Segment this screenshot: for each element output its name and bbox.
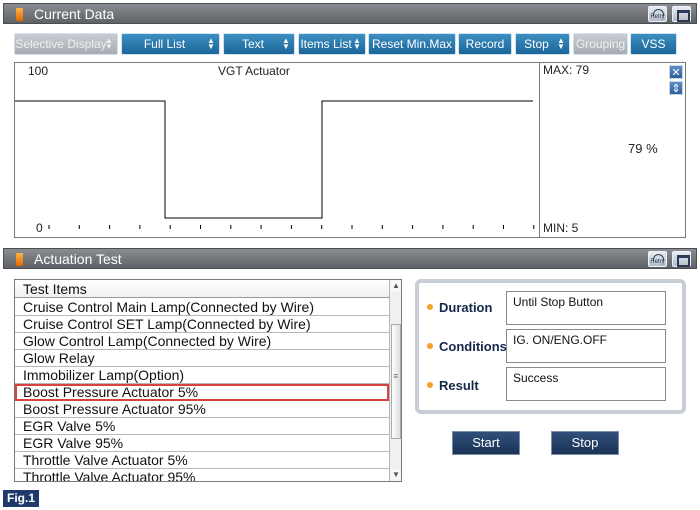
graph-max-label: MAX: 79 xyxy=(543,63,590,77)
selective-display-select[interactable]: Selective Display ▲ ▼ xyxy=(14,33,118,55)
conditions-label-text: Conditions xyxy=(439,339,507,354)
vss-button[interactable]: VSS xyxy=(630,33,677,55)
spinner-icon: ▲ ▼ xyxy=(557,36,565,51)
spinner-icon: ▲ ▼ xyxy=(282,36,290,51)
retry-label: Retry xyxy=(650,259,665,265)
start-button[interactable]: Start xyxy=(452,431,520,455)
list-item[interactable]: Throttle Valve Actuator 95% xyxy=(15,469,389,481)
selective-display-label: Selective Display xyxy=(15,37,107,51)
list-item[interactable]: Boost Pressure Actuator 95% xyxy=(15,401,389,418)
full-list-label: Full List xyxy=(143,37,186,51)
panel-grip-icon xyxy=(16,253,23,266)
conditions-label: Conditions xyxy=(427,339,507,354)
graph-divider xyxy=(539,62,540,238)
graph-y-max-label: 100 xyxy=(28,64,49,78)
list-item[interactable]: Immobilizer Lamp(Option) xyxy=(15,367,389,384)
scroll-toggle-icon[interactable]: ⇕ xyxy=(669,81,683,95)
reset-min-max-button[interactable]: Reset Min.Max xyxy=(368,33,456,55)
spinner-icon: ▲ ▼ xyxy=(105,36,113,51)
panel-grip-icon xyxy=(16,8,23,21)
graph-y-min-label: 0 xyxy=(36,221,43,235)
stop-select[interactable]: Stop ▲ ▼ xyxy=(515,33,570,55)
retry-label: Retry xyxy=(650,14,665,20)
graph-area xyxy=(14,62,686,238)
figure-label: Fig.1 xyxy=(3,490,39,507)
current-value: 79 % xyxy=(628,141,658,156)
maximize-icon[interactable] xyxy=(672,251,691,267)
actuation-test-header: Actuation Test Retry xyxy=(3,248,697,269)
stop-button[interactable]: Stop xyxy=(551,431,619,455)
result-label: Result xyxy=(427,378,479,393)
result-label-text: Result xyxy=(439,378,479,393)
list-item[interactable]: Throttle Valve Actuator 5% xyxy=(15,452,389,469)
list-header: Test Items xyxy=(15,280,389,298)
list-item[interactable]: Cruise Control SET Lamp(Connected by Wir… xyxy=(15,316,389,333)
list-item[interactable]: Glow Relay xyxy=(15,350,389,367)
retry-icon[interactable]: Retry xyxy=(648,6,667,22)
list-item[interactable]: Glow Control Lamp(Connected by Wire) xyxy=(15,333,389,350)
close-icon[interactable]: ✕ xyxy=(669,65,683,79)
conditions-field: IG. ON/ENG.OFF xyxy=(506,329,666,363)
current-data-header: Current Data Retry xyxy=(3,3,697,24)
result-field: Success xyxy=(506,367,666,401)
scroll-up-icon[interactable]: ▲ xyxy=(390,280,401,292)
spinner-icon: ▲ ▼ xyxy=(207,36,215,51)
scroll-thumb[interactable] xyxy=(391,324,401,439)
panel-title: Actuation Test xyxy=(34,251,122,267)
panel-title: Current Data xyxy=(34,6,115,22)
full-list-select[interactable]: Full List ▲ ▼ xyxy=(121,33,220,55)
items-list-label: Items List xyxy=(300,37,352,51)
stop-label: Stop xyxy=(524,37,549,51)
bullet-icon xyxy=(427,382,433,388)
bullet-icon xyxy=(427,304,433,310)
duration-label: Duration xyxy=(427,300,492,315)
spinner-icon: ▲ ▼ xyxy=(353,36,361,51)
list-item[interactable]: EGR Valve 95% xyxy=(15,435,389,452)
duration-field: Until Stop Button xyxy=(506,291,666,325)
graph-title: VGT Actuator xyxy=(218,64,290,78)
text-label: Text xyxy=(241,37,264,51)
duration-label-text: Duration xyxy=(439,300,493,315)
list-scrollbar[interactable]: ▲ ▼ xyxy=(389,280,401,481)
items-list-select[interactable]: Items List ▲ ▼ xyxy=(298,33,366,55)
grouping-button[interactable]: Grouping xyxy=(573,33,628,55)
list-item[interactable]: Boost Pressure Actuator 5% xyxy=(15,384,389,401)
maximize-icon[interactable] xyxy=(672,6,691,22)
text-select[interactable]: Text ▲ ▼ xyxy=(223,33,295,55)
retry-icon[interactable]: Retry xyxy=(648,251,667,267)
bullet-icon xyxy=(427,343,433,349)
record-button[interactable]: Record xyxy=(458,33,512,55)
scroll-down-icon[interactable]: ▼ xyxy=(390,469,401,481)
list-item[interactable]: Cruise Control Main Lamp(Connected by Wi… xyxy=(15,299,389,316)
list-item[interactable]: EGR Valve 5% xyxy=(15,418,389,435)
test-items-list: Test Items Cruise Control Main Lamp(Conn… xyxy=(14,279,402,482)
graph-min-label: MIN: 5 xyxy=(543,221,579,235)
